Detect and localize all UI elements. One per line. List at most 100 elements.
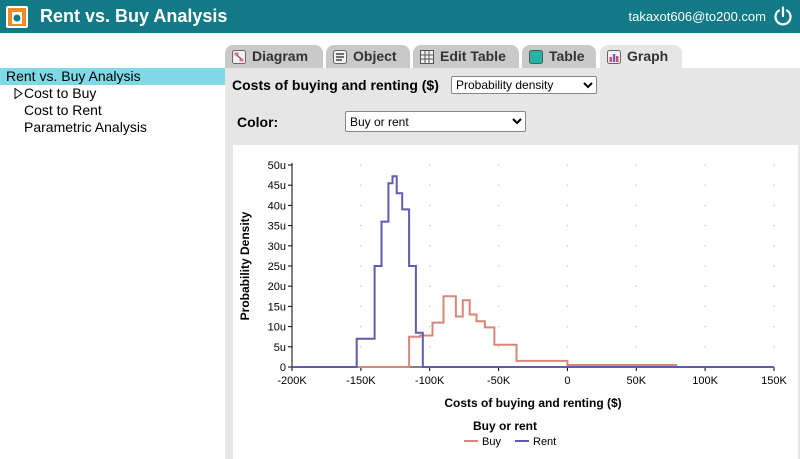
grid-dot	[773, 265, 775, 267]
grid-dot	[773, 204, 775, 207]
tree-item-cost-to-buy[interactable]: Cost to Buy	[0, 85, 225, 102]
grid-dot	[360, 265, 362, 267]
grid-dot	[360, 164, 362, 166]
grid-dot	[428, 305, 431, 308]
grid-dot	[704, 184, 706, 186]
x-tick-label: -150K	[346, 375, 376, 387]
grid-dot	[428, 346, 431, 348]
grid-dot	[773, 245, 775, 247]
grid-dot	[360, 285, 362, 287]
grid-dot	[428, 245, 431, 247]
series-line-buy	[292, 295, 747, 368]
grid-dot	[635, 346, 638, 348]
grid-dot	[635, 265, 638, 267]
tab-graph[interactable]: Graph	[600, 45, 682, 69]
y-tick-label: 35u	[268, 221, 286, 233]
grid-dot	[360, 184, 362, 186]
y-tick-label: 30u	[268, 241, 286, 253]
y-tick-label: 40u	[268, 200, 286, 212]
user-email: takaxot606@to200.com	[628, 9, 766, 24]
tab-label: Diagram	[252, 48, 309, 64]
y-tick-label: 45u	[268, 180, 286, 192]
x-tick-label: 150K	[761, 375, 787, 387]
grid-dot	[773, 305, 775, 308]
x-tick-label: 50K	[626, 375, 646, 387]
app-window: Rent vs. Buy Analysis takaxot606@to200.c…	[0, 0, 800, 459]
tree-item-label: Rent vs. Buy Analysis	[6, 68, 141, 84]
grid-dot	[704, 346, 706, 348]
y-tick-label: 20u	[268, 281, 286, 293]
graph-icon	[607, 50, 621, 64]
tab-edit-table[interactable]: Edit Table	[413, 45, 519, 68]
grid-dot	[360, 204, 362, 207]
tree-item-parametric-analysis[interactable]: Parametric Analysis	[0, 119, 225, 136]
app-title: Rent vs. Buy Analysis	[40, 6, 228, 26]
expand-triangle-icon[interactable]	[14, 88, 23, 99]
grid-dot	[773, 346, 775, 348]
color-select[interactable]: Buy or rent	[345, 111, 526, 132]
tab-label: Edit Table	[440, 48, 506, 64]
grid-dot	[773, 325, 775, 328]
tab-diagram[interactable]: Diagram	[225, 45, 323, 68]
grid-dot	[497, 184, 500, 186]
tab-label: Object	[353, 48, 397, 64]
grid-dot	[704, 164, 706, 166]
x-tick-label: -200K	[277, 375, 307, 387]
grid-dot	[566, 224, 569, 227]
tree-item-label: Cost to Rent	[24, 102, 102, 118]
grid-dot	[635, 285, 638, 287]
grid-dot	[360, 325, 362, 328]
tab-object[interactable]: Object	[326, 45, 410, 68]
grid-dot	[566, 305, 569, 308]
grid-dot	[704, 325, 706, 328]
grid-dot	[497, 325, 500, 328]
y-tick-label: 25u	[268, 261, 286, 273]
y-tick-label: 0	[280, 362, 286, 374]
y-tick-label: 50u	[268, 160, 286, 172]
grid-dot	[566, 245, 569, 247]
view-mode-select[interactable]: Probability density	[451, 76, 597, 94]
grid-dot	[566, 265, 569, 267]
grid-dot	[428, 164, 431, 166]
title-bar: Rent vs. Buy Analysis takaxot606@to200.c…	[0, 0, 800, 33]
x-tick-label: 100K	[692, 375, 718, 387]
diagram-icon	[232, 50, 246, 64]
grid-dot	[497, 265, 500, 267]
grid-dot	[497, 224, 500, 227]
grid-dot	[428, 325, 431, 328]
grid-dot	[566, 325, 569, 328]
color-label: Color:	[237, 114, 279, 130]
variable-title: Costs of buying and renting ($)	[232, 77, 439, 93]
tree-item-cost-to-rent[interactable]: Cost to Rent	[0, 102, 225, 119]
y-tick-label: 5u	[274, 342, 286, 354]
series-line-rent	[292, 175, 774, 368]
grid-dot	[773, 164, 775, 166]
grid-dot	[566, 285, 569, 287]
grid-dot	[428, 224, 431, 227]
tree-item-label: Parametric Analysis	[24, 119, 147, 135]
grid-dot	[566, 204, 569, 207]
grid-dot	[635, 164, 638, 166]
tree-item-label: Cost to Buy	[24, 85, 97, 101]
grid-dot	[428, 265, 431, 267]
grid-dot	[566, 164, 569, 166]
grid-dot	[635, 325, 638, 328]
grid-dot	[773, 224, 775, 227]
grid-dot	[635, 245, 638, 247]
grid-dot	[497, 346, 500, 348]
tab-table[interactable]: Table	[522, 45, 596, 68]
tree-item-rent-vs-buy[interactable]: Rent vs. Buy Analysis	[0, 68, 225, 85]
grid-dot	[635, 305, 638, 308]
grid-dot	[704, 305, 706, 308]
chart-area: 0 5u 10u 15u 20u 25u 30u 35u 40u 45u 50u -200K -150K…	[233, 145, 798, 459]
grid-dot	[360, 305, 362, 308]
grid-dot	[428, 184, 431, 186]
table-icon	[529, 50, 543, 64]
y-tick-label: 15u	[268, 301, 286, 313]
grid-dot	[360, 245, 362, 247]
grid-dot	[704, 204, 706, 207]
grid-dot	[497, 305, 500, 308]
power-icon[interactable]	[772, 5, 794, 27]
sidebar-tree: Rent vs. Buy Analysis Cost to Buy Cost t…	[0, 68, 225, 136]
grid-dot	[497, 285, 500, 287]
